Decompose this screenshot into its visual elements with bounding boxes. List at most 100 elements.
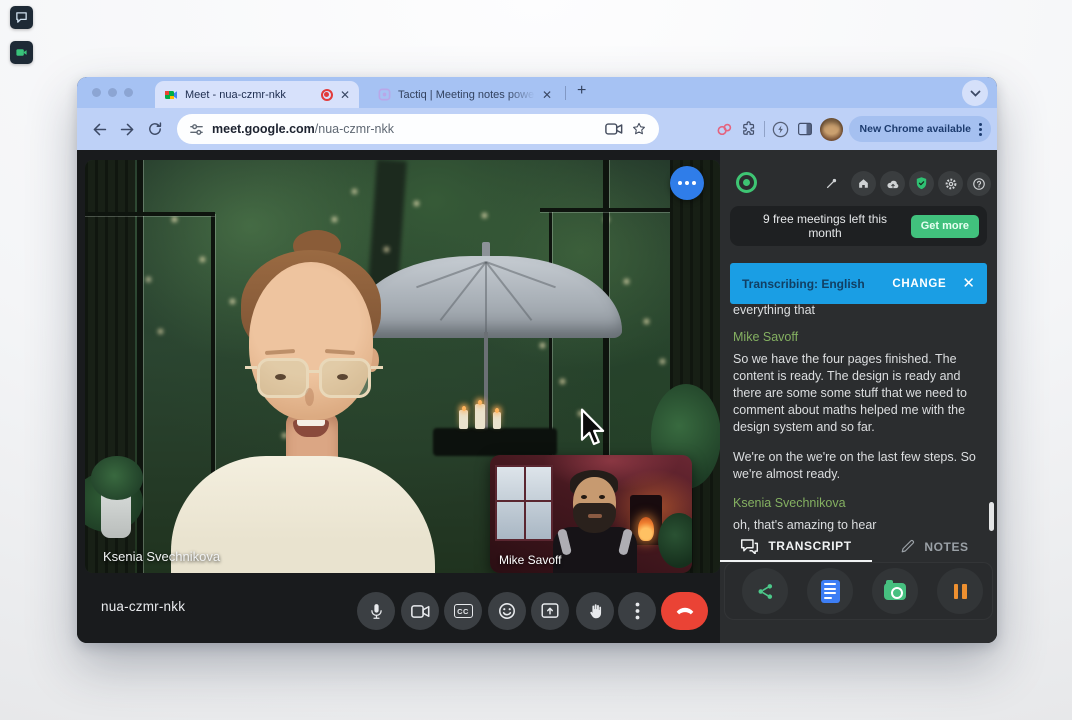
pause-transcript-button[interactable] [937,568,983,614]
tab-search-chevron-button[interactable] [962,80,988,106]
settings-button[interactable] [938,171,963,196]
profile-avatar[interactable] [820,118,843,141]
present-button[interactable] [531,592,569,630]
microphone-button[interactable] [357,592,395,630]
tactiq-logo-icon [736,172,757,193]
extensions-puzzle-icon[interactable] [740,120,758,138]
url-host: meet.google.com [212,122,315,136]
transcript-speaker: Ksenia Svechnikova [733,495,976,511]
tab-notes[interactable]: NOTES [872,531,997,562]
forward-button[interactable] [113,115,141,143]
tab-transcript[interactable]: TRANSCRIPT [720,531,872,562]
transcript-text: We're on the we're on the last few steps… [733,449,976,483]
microphone-icon [368,602,385,621]
tab-title: Tactiq | Meeting notes powe [398,89,535,101]
google-docs-icon [821,580,840,603]
home-button[interactable] [851,171,876,196]
window-zoom-button[interactable] [124,88,133,97]
videocam-icon [411,604,430,619]
transcribing-label: Transcribing: English [742,277,865,291]
desktop-background: Meet - nua-czmr-nkk ✕ Tactiq | Meeting n… [0,0,1072,720]
pin-icon [825,177,838,190]
google-docs-button[interactable] [807,568,853,614]
tab-separator [565,86,566,100]
change-language-button[interactable]: CHANGE [892,278,946,290]
browser-window: Meet - nua-czmr-nkk ✕ Tactiq | Meeting n… [77,77,997,643]
camera-button[interactable] [401,592,439,630]
meeting-code: nua-czmr-nkk [101,599,185,614]
back-button[interactable] [85,115,113,143]
tactiq-sidebar: 9 free meetings left this month Get more… [720,150,997,643]
raise-hand-button[interactable] [576,592,614,630]
tab-meet[interactable]: Meet - nua-czmr-nkk ✕ [155,81,359,108]
lightning-extension-icon[interactable] [771,120,790,139]
chat-messages-bubble[interactable] [670,166,704,200]
eye [275,374,286,380]
eye [581,495,587,499]
screenshot-camera-icon [884,583,906,600]
tactiq-favicon [378,88,391,101]
pin-button[interactable] [819,171,844,196]
close-banner-icon[interactable]: ✕ [962,276,975,291]
pip-participant-name: Mike Savoff [499,553,561,567]
new-tab-button[interactable]: + [577,82,586,100]
window-close-button[interactable] [92,88,101,97]
end-call-button[interactable] [661,592,708,630]
chrome-update-button[interactable]: New Chrome available [849,116,991,142]
pip-video-tile[interactable]: Mike Savoff [490,455,692,573]
reload-icon [147,121,163,137]
help-icon [972,177,986,191]
toolbar-divider [764,121,765,137]
bookmark-star-icon[interactable] [631,121,647,137]
floating-camera-icon[interactable] [10,41,33,64]
more-vertical-icon [635,602,640,620]
privacy-shield-button[interactable] [909,171,934,196]
side-panel-icon[interactable] [796,120,814,138]
transcribing-banner: Transcribing: English CHANGE ✕ [730,263,987,304]
hand-icon [587,602,604,621]
chrome-menu-kebab-icon[interactable] [976,123,985,136]
sidebar-tabs: TRANSCRIPT NOTES [720,531,997,562]
share-icon [756,582,775,601]
site-settings-tune-icon [189,122,204,137]
glasses-arm [371,366,383,369]
tab-tactiq[interactable]: Tactiq | Meeting notes powe ✕ [369,81,561,108]
home-icon [857,177,870,190]
transcript-scrollbar[interactable] [989,502,994,531]
tab-camera-icon[interactable] [605,122,623,136]
tab-close-icon[interactable]: ✕ [542,89,552,101]
get-more-button[interactable]: Get more [911,215,979,238]
page-content: Mike Savoff Ksenia Svechnikova nua-czmr-… [77,150,997,643]
address-bar[interactable]: meet.google.com/nua-czmr-nkk [177,114,659,144]
gear-icon [944,177,958,191]
tab-strip: Meet - nua-czmr-nkk ✕ Tactiq | Meeting n… [77,77,997,108]
transcript-speaker: Mike Savoff [733,329,976,345]
main-video-tile: Mike Savoff Ksenia Svechnikova [85,160,720,573]
pink-extension-icon[interactable] [715,120,734,139]
captions-button[interactable]: CC [444,592,482,630]
window-minimize-button[interactable] [108,88,117,97]
transcript-text: So we have the four pages finished. The … [733,351,976,436]
help-button[interactable] [967,172,991,196]
back-arrow-icon [91,121,108,138]
chrome-update-label: New Chrome available [860,123,971,135]
meet-favicon [164,88,178,102]
floating-chat-icon[interactable] [10,6,33,29]
eye [599,495,605,499]
reactions-button[interactable] [488,592,526,630]
toolbar-right-icons: New Chrome available [715,114,991,144]
cloud-upload-button[interactable] [880,171,905,196]
reload-button[interactable] [141,115,169,143]
screenshot-button[interactable] [872,568,918,614]
browser-toolbar: meet.google.com/nua-czmr-nkk [77,108,997,150]
transcript-list[interactable]: everything that Mike Savoff So we have t… [733,302,976,534]
meet-control-bar: nua-czmr-nkk CC [77,573,720,643]
eye [337,374,348,380]
more-options-button[interactable] [618,592,656,630]
candle [475,404,485,429]
tab-notes-label: NOTES [924,540,968,554]
tab-close-icon[interactable]: ✕ [340,89,350,101]
sidebar-action-bar [724,562,993,620]
tab-transcript-label: TRANSCRIPT [768,539,851,553]
share-button[interactable] [742,568,788,614]
